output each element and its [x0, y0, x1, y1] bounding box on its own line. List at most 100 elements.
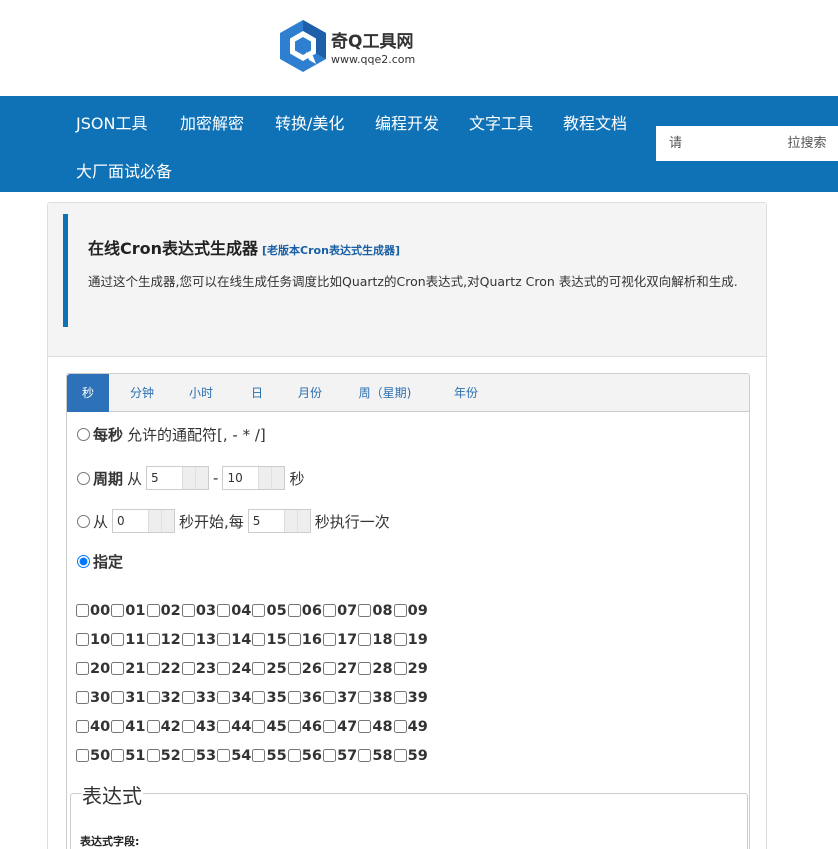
tab-day[interactable]: 日	[236, 374, 278, 412]
second-checkbox[interactable]	[111, 720, 125, 733]
second-checkbox-item[interactable]: 26	[287, 661, 323, 677]
second-checkbox[interactable]	[111, 749, 125, 762]
second-checkbox[interactable]	[146, 749, 160, 762]
second-checkbox-item[interactable]: 45	[252, 719, 287, 735]
second-checkbox[interactable]	[323, 691, 337, 704]
second-checkbox[interactable]	[76, 633, 89, 646]
second-checkbox[interactable]	[252, 749, 266, 762]
second-checkbox-item[interactable]: 36	[287, 690, 323, 706]
second-checkbox[interactable]	[252, 720, 266, 733]
second-checkbox-item[interactable]: 33	[181, 690, 217, 706]
second-checkbox[interactable]	[323, 720, 337, 733]
second-checkbox[interactable]	[358, 749, 372, 762]
second-checkbox-item[interactable]: 03	[181, 603, 217, 619]
second-checkbox-item[interactable]: 41	[111, 719, 146, 735]
interval-radio[interactable]	[77, 514, 90, 528]
second-checkbox[interactable]	[252, 662, 266, 675]
every-second-radio[interactable]	[77, 428, 90, 441]
second-checkbox-item[interactable]: 53	[181, 748, 217, 764]
second-checkbox[interactable]	[146, 720, 160, 733]
second-checkbox-item[interactable]: 11	[111, 632, 146, 648]
second-checkbox-item[interactable]: 02	[146, 603, 182, 619]
second-checkbox[interactable]	[287, 662, 301, 675]
second-checkbox[interactable]	[146, 662, 160, 675]
second-checkbox[interactable]	[181, 720, 195, 733]
tab-minute[interactable]: 分钟	[121, 374, 163, 412]
second-checkbox-item[interactable]: 15	[252, 632, 287, 648]
second-checkbox[interactable]	[217, 720, 231, 733]
second-checkbox[interactable]	[287, 691, 301, 704]
second-checkbox-item[interactable]: 05	[252, 603, 287, 619]
second-checkbox-item[interactable]: 16	[287, 632, 323, 648]
second-checkbox[interactable]	[358, 720, 372, 733]
second-checkbox[interactable]	[217, 633, 231, 646]
second-checkbox-item[interactable]: 10	[76, 632, 111, 648]
second-checkbox-item[interactable]: 29	[393, 661, 429, 677]
second-checkbox[interactable]	[111, 604, 125, 617]
second-checkbox[interactable]	[287, 604, 301, 617]
search-button[interactable]: 拉搜索	[776, 126, 838, 161]
second-checkbox-item[interactable]: 17	[323, 632, 358, 648]
nav-item-docs[interactable]: 教程文档	[563, 110, 627, 134]
second-checkbox[interactable]	[287, 720, 301, 733]
period-start-stepper[interactable]: 5	[146, 466, 210, 490]
second-checkbox-item[interactable]: 31	[111, 690, 146, 706]
second-checkbox-item[interactable]: 18	[358, 632, 393, 648]
second-checkbox[interactable]	[181, 662, 195, 675]
second-checkbox-item[interactable]: 40	[76, 719, 111, 735]
second-checkbox[interactable]	[323, 749, 337, 762]
second-checkbox-item[interactable]: 09	[393, 603, 429, 619]
second-checkbox-item[interactable]: 25	[252, 661, 287, 677]
second-checkbox-item[interactable]: 27	[323, 661, 358, 677]
second-checkbox-item[interactable]: 51	[111, 748, 146, 764]
old-version-link[interactable]: [老版本Cron表达式生成器]	[262, 244, 400, 257]
specify-radio[interactable]	[77, 555, 90, 568]
tab-month[interactable]: 月份	[289, 374, 331, 412]
second-checkbox[interactable]	[287, 749, 301, 762]
second-checkbox-item[interactable]: 04	[217, 603, 252, 619]
second-checkbox-item[interactable]: 30	[76, 690, 111, 706]
second-checkbox[interactable]	[358, 633, 372, 646]
stepper-arrows-icon[interactable]	[148, 510, 175, 532]
second-checkbox[interactable]	[181, 749, 195, 762]
second-checkbox[interactable]	[111, 633, 125, 646]
second-checkbox-item[interactable]: 54	[217, 748, 252, 764]
second-checkbox[interactable]	[146, 604, 160, 617]
stepper-arrows-icon[interactable]	[283, 510, 310, 532]
second-checkbox[interactable]	[111, 691, 125, 704]
second-checkbox-item[interactable]: 32	[146, 690, 182, 706]
second-checkbox[interactable]	[111, 662, 125, 675]
stepper-arrows-icon[interactable]	[258, 467, 285, 489]
tab-week[interactable]: 周（星期)	[349, 374, 421, 412]
second-checkbox-item[interactable]: 48	[358, 719, 393, 735]
second-checkbox-item[interactable]: 24	[217, 661, 252, 677]
interval-start-stepper[interactable]: 0	[112, 509, 176, 533]
second-checkbox-item[interactable]: 07	[323, 603, 358, 619]
second-checkbox-item[interactable]: 35	[252, 690, 287, 706]
second-checkbox-item[interactable]: 20	[76, 661, 111, 677]
second-checkbox[interactable]	[358, 691, 372, 704]
second-checkbox-item[interactable]: 37	[323, 690, 358, 706]
second-checkbox[interactable]	[323, 604, 337, 617]
second-checkbox[interactable]	[217, 662, 231, 675]
nav-item-text-tools[interactable]: 文字工具	[469, 110, 533, 134]
second-checkbox-item[interactable]: 43	[181, 719, 217, 735]
second-checkbox-item[interactable]: 19	[393, 632, 429, 648]
tab-hour[interactable]: 小时	[180, 374, 222, 412]
second-checkbox-item[interactable]: 06	[287, 603, 323, 619]
second-checkbox[interactable]	[252, 604, 266, 617]
second-checkbox[interactable]	[393, 662, 407, 675]
second-checkbox-item[interactable]: 57	[323, 748, 358, 764]
nav-item-crypto[interactable]: 加密解密	[180, 110, 244, 134]
second-checkbox[interactable]	[76, 749, 89, 762]
second-checkbox[interactable]	[393, 720, 407, 733]
second-checkbox[interactable]	[76, 691, 89, 704]
second-checkbox[interactable]	[146, 691, 160, 704]
second-checkbox-item[interactable]: 22	[146, 661, 182, 677]
second-checkbox[interactable]	[358, 662, 372, 675]
second-checkbox[interactable]	[217, 604, 231, 617]
second-checkbox[interactable]	[76, 662, 89, 675]
second-checkbox[interactable]	[217, 749, 231, 762]
second-checkbox[interactable]	[323, 633, 337, 646]
second-checkbox-item[interactable]: 08	[358, 603, 393, 619]
